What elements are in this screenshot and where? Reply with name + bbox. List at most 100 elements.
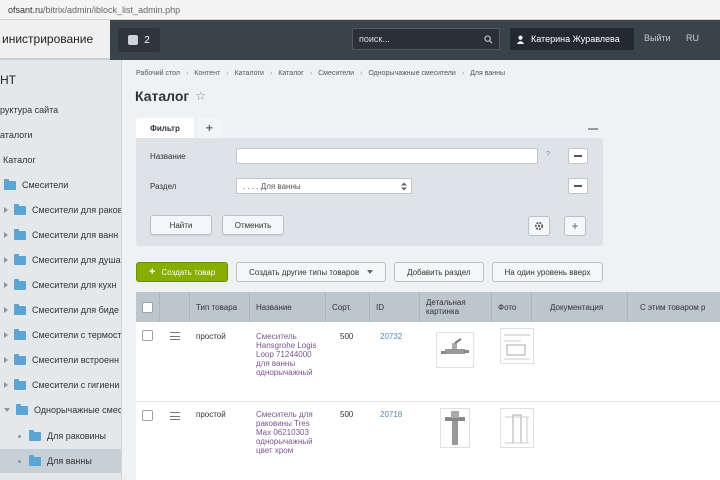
find-button[interactable]: Найти xyxy=(150,215,212,235)
add-section-label: Добавить раздел xyxy=(407,267,471,277)
create-other-types-button[interactable]: Создать другие типы товаров xyxy=(236,262,387,282)
table-row[interactable]: простой Смеситель для раковины Tres Max … xyxy=(136,402,720,480)
cell-id-link[interactable]: 20718 xyxy=(380,410,402,419)
sidebar-item-mixers[interactable]: Смесители xyxy=(4,173,68,197)
sidebar-item-bath-mixers[interactable]: Смесители для ванн xyxy=(4,223,118,247)
expand-arrow-icon[interactable] xyxy=(4,382,8,388)
tab-filter[interactable]: Фильтр xyxy=(136,118,194,138)
column-header[interactable]: С этим товаром р xyxy=(628,292,720,322)
breadcrumb-item[interactable]: Контент xyxy=(194,70,220,77)
folder-icon xyxy=(14,228,26,240)
create-product-button[interactable]: + Создать товар xyxy=(136,262,229,282)
cell-name-link[interactable]: Смеситель для раковины Tres Max 06210303… xyxy=(256,410,326,455)
logout-link[interactable]: Выйти xyxy=(644,33,671,43)
page-title: Каталог ☆ xyxy=(135,88,206,104)
detail-image[interactable] xyxy=(436,332,474,368)
column-header[interactable]: Фото xyxy=(492,292,532,322)
help-icon[interactable]: ? xyxy=(546,151,550,158)
expand-arrow-icon[interactable] xyxy=(4,357,8,363)
address-bar[interactable]: ofsant.ru/bitrix/admin/iblock_list_admin… xyxy=(0,0,720,20)
breadcrumb-separator-icon: › xyxy=(360,70,363,77)
expand-arrow-icon[interactable] xyxy=(4,332,8,338)
filter-name-input[interactable] xyxy=(236,148,538,164)
breadcrumb-item[interactable]: Каталог xyxy=(278,70,303,77)
column-header-label: С этим товаром р xyxy=(640,302,706,312)
language-selector[interactable]: RU xyxy=(686,33,699,43)
sidebar-item-shower-mixers[interactable]: Смесители для душа xyxy=(4,248,121,272)
sidebar-item-hygienic-mixers[interactable]: Смесители с гигиени xyxy=(4,373,119,397)
row-actions-header xyxy=(160,292,190,322)
sidebar-item-bidet-mixers[interactable]: Смесители для биде xyxy=(4,298,119,322)
column-header[interactable]: Документация xyxy=(532,292,628,322)
row-menu-icon[interactable] xyxy=(170,332,180,340)
folder-icon xyxy=(29,429,41,441)
sidebar-item-sink-mixers[interactable]: Смесители для раков xyxy=(4,198,121,222)
expand-arrow-icon[interactable] xyxy=(4,257,8,263)
add-filter-field-button[interactable]: + xyxy=(564,216,586,236)
column-header[interactable]: ID xyxy=(370,292,420,322)
breadcrumb-item[interactable]: Рабочий стол xyxy=(136,70,180,77)
remove-name-filter-button[interactable] xyxy=(568,148,588,164)
column-header[interactable]: Сорт. xyxy=(326,292,370,322)
user-menu[interactable]: Катерина Журавлева xyxy=(510,28,634,50)
expand-arrow-icon[interactable] xyxy=(4,282,8,288)
filter-section-value: . . . . Для ванны xyxy=(243,181,301,191)
sidebar-item-site-structure[interactable]: руктура сайта xyxy=(0,98,58,122)
breadcrumb-item[interactable]: Однорычажные смесители xyxy=(368,70,455,77)
sidebar-item-label: Каталог xyxy=(3,155,36,165)
main-content: Рабочий стол › Контент › Каталоги › Каталог… xyxy=(122,60,720,480)
collapse-arrow-icon[interactable] xyxy=(4,408,10,412)
breadcrumb-item[interactable]: Каталоги xyxy=(235,70,264,77)
add-section-button[interactable]: Добавить раздел xyxy=(394,262,484,282)
admin-search-input[interactable]: поиск... xyxy=(352,28,500,50)
table-row[interactable]: простой Смеситель Hansgrohe Logis Loop 7… xyxy=(136,322,720,402)
add-filter-tab-button[interactable]: + xyxy=(197,118,221,138)
row-checkbox[interactable] xyxy=(142,330,153,341)
cell-id-link[interactable]: 20732 xyxy=(380,332,402,341)
breadcrumb-separator-icon: › xyxy=(461,70,465,77)
cell-sort: 500 xyxy=(340,332,354,341)
expand-arrow-icon[interactable] xyxy=(4,232,8,238)
bullet-icon xyxy=(18,459,21,463)
remove-section-filter-button[interactable] xyxy=(568,178,588,194)
cell-name-link[interactable]: Смеситель Hansgrohe Logis Loop 71244000 … xyxy=(256,332,326,377)
search-icon[interactable] xyxy=(484,34,493,44)
column-header-label: Название xyxy=(256,302,292,312)
sidebar-item-for-sink[interactable]: Для раковины xyxy=(18,424,106,448)
column-header[interactable]: Название xyxy=(250,292,326,322)
row-menu-icon[interactable] xyxy=(170,412,180,420)
administration-tab[interactable]: инистрирование xyxy=(0,20,110,60)
expand-arrow-icon[interactable] xyxy=(4,307,8,313)
column-header[interactable]: Детальная картинка xyxy=(420,292,492,322)
photo-image[interactable] xyxy=(500,408,534,448)
drawing-image-icon xyxy=(504,334,530,360)
select-all-checkbox[interactable] xyxy=(142,301,153,313)
sidebar-item-catalogs[interactable]: аталоги xyxy=(0,123,33,147)
filter-settings-button[interactable] xyxy=(528,216,550,236)
minimize-filter-icon[interactable] xyxy=(588,128,598,130)
row-checkbox[interactable] xyxy=(142,410,153,421)
column-header[interactable]: Тип товара xyxy=(190,292,250,322)
folder-icon xyxy=(14,253,26,265)
breadcrumb-item[interactable]: Для ванны xyxy=(470,70,505,77)
cancel-button[interactable]: Отменить xyxy=(222,215,284,235)
url-path: /bitrix/admin/iblock_list_admin.php xyxy=(43,4,181,15)
folder-icon xyxy=(14,278,26,290)
sidebar-item-kitchen-mixers[interactable]: Смесители для кухн xyxy=(4,273,117,297)
photo-image[interactable] xyxy=(500,328,534,364)
notifications-button[interactable]: 2 xyxy=(118,28,160,52)
filter-section-select[interactable]: . . . . Для ванны xyxy=(236,178,412,194)
level-up-button[interactable]: На один уровень вверх xyxy=(491,262,604,282)
sidebar-item-single-lever-mixers[interactable]: Однорычажные смес xyxy=(4,398,121,422)
sidebar-item-built-in-mixers[interactable]: Смесители встроенн xyxy=(4,348,119,372)
sidebar-item-catalog[interactable]: Каталог xyxy=(3,148,36,172)
sidebar-item-label: аталоги xyxy=(0,130,33,140)
expand-arrow-icon[interactable] xyxy=(4,207,8,213)
sidebar-item-thermostat-mixers[interactable]: Смесители с термост xyxy=(4,323,121,347)
notification-count: 2 xyxy=(144,34,150,46)
faucet-image-icon xyxy=(445,411,465,445)
sidebar-item-for-bath[interactable]: Для ванны xyxy=(0,449,121,473)
breadcrumb-item[interactable]: Смесители xyxy=(318,70,354,77)
favorite-star-icon[interactable]: ☆ xyxy=(195,89,206,103)
detail-image[interactable] xyxy=(440,408,470,448)
